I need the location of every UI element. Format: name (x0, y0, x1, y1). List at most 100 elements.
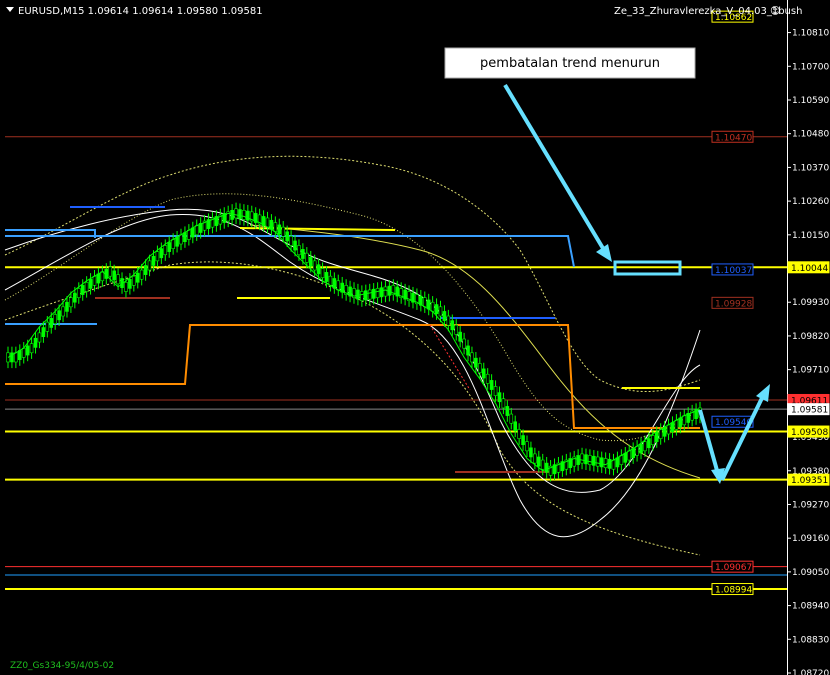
candle-body (285, 231, 289, 242)
candle-body (194, 225, 199, 236)
candle-body (163, 245, 168, 256)
candle-body (489, 380, 494, 390)
candle-body (631, 448, 635, 459)
candle-body (143, 265, 148, 275)
candle-body (187, 229, 191, 240)
candle-body (273, 222, 278, 233)
candle-body (167, 242, 172, 252)
candle-body (179, 234, 183, 245)
candle-body (375, 288, 380, 298)
price-label-text: 1.09351 (791, 476, 828, 486)
candle-body (615, 457, 620, 468)
candle-body (308, 256, 313, 267)
candle-body (576, 455, 580, 465)
y-tick-label: 1.09820 (792, 332, 829, 342)
candle-body (76, 288, 81, 298)
candle-body (73, 292, 77, 303)
y-tick-label: 1.10810 (792, 29, 829, 39)
candle-body (607, 458, 612, 469)
candle-body (592, 455, 596, 466)
candle-body (485, 373, 490, 384)
candle-body (171, 239, 175, 249)
candle-body (682, 415, 687, 426)
candle-body (666, 424, 671, 435)
candle-body (265, 217, 270, 228)
candle-body (108, 266, 113, 277)
candle-body (155, 251, 160, 262)
candle-body (41, 327, 46, 338)
price-chart: 1.10810 1.10700 1.10590 1.10480 1.10370 1.102… (4, 0, 830, 675)
symbol-info: EURUSD,M15 1.09614 1.09614 1.09580 1.095… (18, 6, 263, 17)
candle-body (53, 314, 57, 324)
candle-body (442, 311, 447, 321)
price-axis-ticks: 1.10810 1.10700 1.10590 1.10480 1.10370 1.102… (787, 29, 829, 675)
candle-body (45, 321, 50, 332)
candle-body (517, 429, 521, 439)
candle-body (305, 252, 309, 263)
candle-body (61, 306, 65, 317)
candle-body (360, 291, 364, 301)
price-label-text: 1.10470 (715, 133, 752, 143)
candle-body (639, 443, 643, 454)
candle-body (65, 301, 69, 312)
candle-body (88, 278, 93, 289)
candle-body (69, 297, 73, 308)
candle-body (57, 310, 61, 321)
candle-body (481, 368, 486, 379)
candle-body (678, 417, 683, 428)
candle-body (466, 345, 470, 356)
footer-text: ZZ0_Gs334-95/4/05-02 (10, 661, 114, 671)
candlesticks (6, 202, 702, 482)
candle-body (242, 210, 246, 220)
smiley-icon: ☺ (770, 6, 780, 17)
candle-body (584, 454, 588, 465)
candle-body (529, 447, 533, 458)
horizontal-levels (5, 136, 787, 591)
price-label-text: 1.09581 (791, 406, 828, 416)
candle-body (336, 280, 341, 291)
y-tick-label: 1.08940 (792, 602, 829, 612)
candle-body (316, 264, 321, 275)
candle-body (49, 318, 54, 328)
candle-body (580, 453, 584, 464)
price-label-text: 1.10044 (791, 264, 828, 274)
candle-body (183, 232, 187, 243)
candle-body (37, 332, 42, 343)
candle-body (281, 226, 286, 237)
y-tick-label: 1.10590 (792, 96, 829, 106)
price-label-text: 1.09067 (715, 563, 752, 573)
candle-body (363, 290, 368, 301)
candle-body (505, 406, 510, 416)
candle-body (497, 392, 502, 403)
candle-body (124, 282, 128, 292)
candle-body (159, 248, 164, 259)
candle-body (80, 285, 85, 295)
candle-body (525, 441, 529, 452)
annotation-text: pembatalan trend menurun (480, 56, 660, 71)
candle-body (446, 315, 451, 326)
candle-body (647, 438, 651, 449)
candle-body (269, 219, 274, 230)
price-label-text: 1.10037 (715, 266, 752, 276)
candle-body (21, 347, 26, 358)
candle-body (139, 269, 144, 280)
candle-body (297, 245, 301, 256)
y-tick-label: 1.10260 (792, 197, 829, 207)
candle-body (654, 432, 659, 442)
y-tick-label: 1.08720 (792, 669, 829, 675)
arrow-head-up (756, 384, 770, 402)
candle-body (324, 272, 329, 282)
candle-body (132, 275, 136, 286)
candle-body (293, 240, 297, 251)
candle-body (434, 304, 439, 315)
chevron-down-icon[interactable] (6, 7, 14, 12)
y-tick-label: 1.10700 (792, 62, 829, 72)
candle-body (544, 462, 549, 473)
candle-body (458, 331, 462, 342)
candle-body (450, 320, 455, 331)
indicator-bands (4, 155, 701, 556)
candle-body (635, 445, 639, 456)
candle-body (289, 236, 293, 246)
trading-chart-window: { "header": { "symbol_info": "EURUSD,M15… (0, 0, 830, 675)
candle-body (611, 459, 616, 470)
